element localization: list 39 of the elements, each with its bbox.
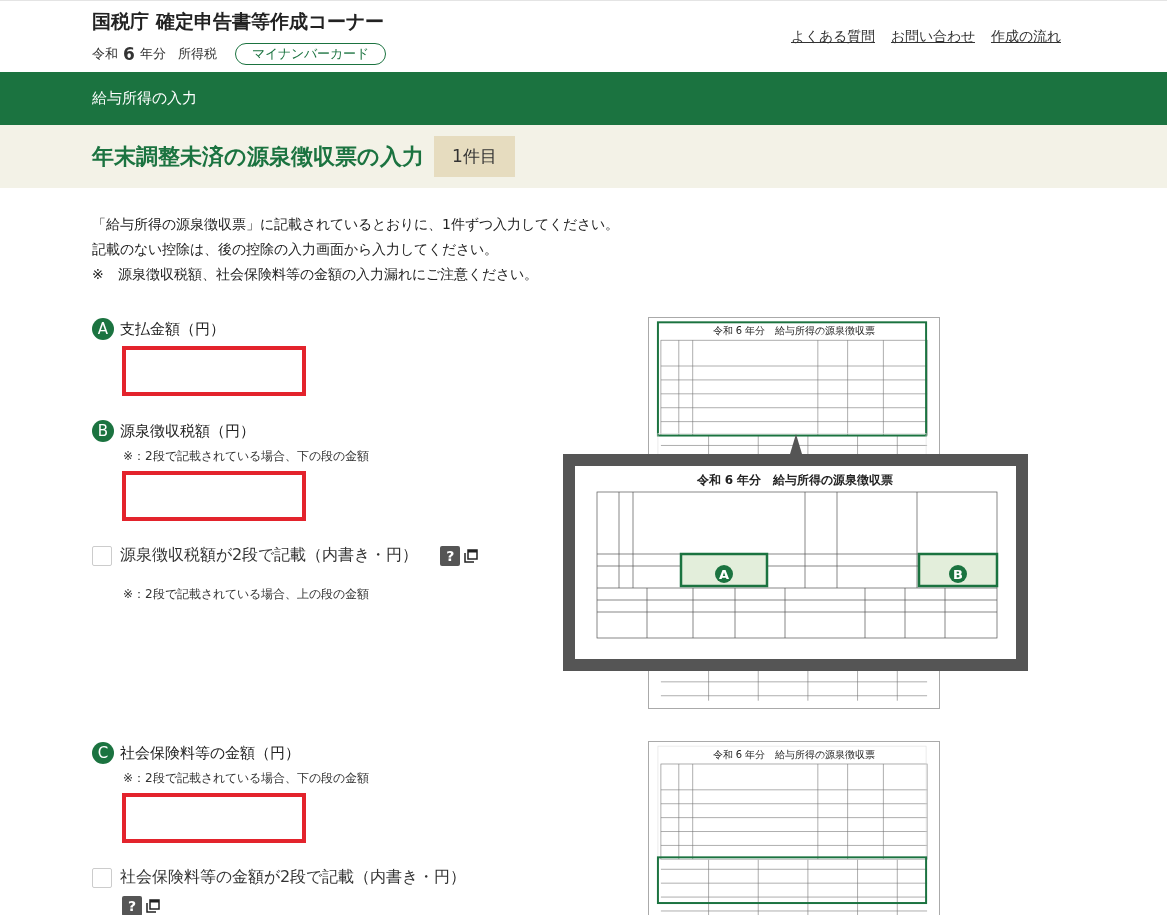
section-title: 給与所得の入力 xyxy=(92,89,197,108)
year-number: 6 xyxy=(123,44,135,64)
field-note: ※：2段で記載されている場合、下の段の金額 xyxy=(123,770,370,787)
header-link[interactable]: 作成の流れ xyxy=(991,28,1061,46)
slip-title: 令和 6 年分 給与所得の源泉徴収票 xyxy=(712,749,876,761)
help-button[interactable]: ? xyxy=(122,896,142,915)
header-link[interactable]: よくある質問 xyxy=(791,28,875,46)
amount-input-field[interactable] xyxy=(122,793,306,843)
checkbox[interactable] xyxy=(92,867,112,888)
checkbox-label[interactable]: 源泉徴収税額が2段で記載（内書き・円） xyxy=(120,545,419,566)
field-marker: A xyxy=(92,318,114,340)
amount-input-field[interactable] xyxy=(122,346,306,396)
instruction-text: 「給与所得の源泉徴収票」に記載されているとおりに、1件ずつ入力してください。 xyxy=(92,215,620,234)
field-marker: A xyxy=(715,565,733,583)
year-suffix: 年分 xyxy=(139,45,166,63)
help-button[interactable]: ? xyxy=(440,545,461,566)
field-label: 支払金額（円） xyxy=(120,319,225,339)
checkbox-label[interactable]: 社会保険料等の金額が2段で記載（内書き・円） xyxy=(120,867,467,888)
field-note: ※：2段で記載されている場合、上の段の金額 xyxy=(123,586,370,603)
field-marker: C xyxy=(92,742,114,764)
instruction-text: 記載のない控除は、後の控除の入力画面から入力してください。 xyxy=(92,240,499,259)
field-label: 源泉徴収税額（円） xyxy=(120,421,255,441)
new-window-icon[interactable] xyxy=(464,548,479,563)
tax-type: 所得税 xyxy=(177,45,217,63)
count-tag: 1件目 xyxy=(434,136,515,177)
checkbox[interactable] xyxy=(92,545,112,566)
field-marker: B xyxy=(949,565,967,583)
field-note: ※：2段で記載されている場合、下の段の金額 xyxy=(123,448,370,465)
amount-input-field[interactable] xyxy=(122,471,306,521)
new-window-icon[interactable] xyxy=(146,899,160,913)
site-title: 国税庁 確定申告書等作成コーナー xyxy=(92,9,385,33)
field-marker: B xyxy=(92,420,114,442)
page-heading: 年末調整未済の源泉徴収票の入力 xyxy=(92,142,424,171)
era-label: 令和 xyxy=(92,45,118,63)
slip-title: 令和 6 年分 給与所得の源泉徴収票 xyxy=(696,473,894,487)
header-link[interactable]: お問い合わせ xyxy=(891,28,975,46)
field-label: 社会保険料等の金額（円） xyxy=(120,743,300,763)
instruction-text: ※ 源泉徴収税額、社会保険料等の金額の入力漏れにご注意ください。 xyxy=(92,265,539,284)
slip-title: 令和 6 年分 給与所得の源泉徴収票 xyxy=(712,325,876,337)
